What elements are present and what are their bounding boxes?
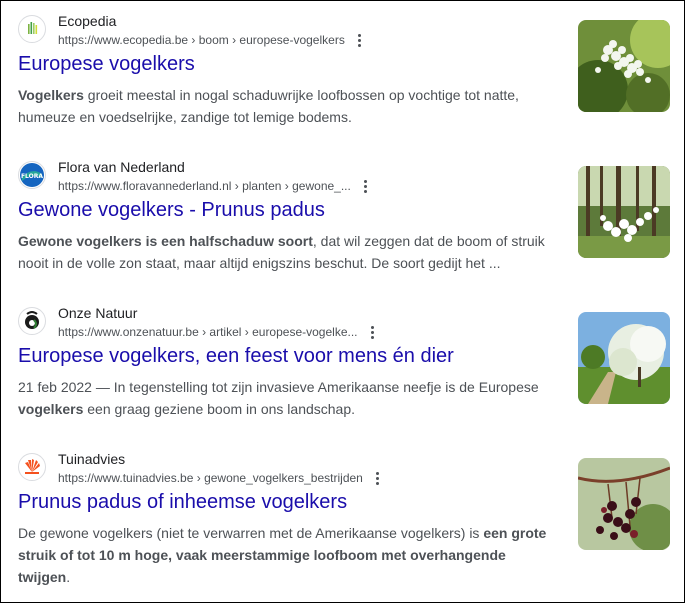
site-name: Onze Natuur — [58, 305, 138, 321]
site-name: Flora van Nederland — [58, 159, 185, 175]
more-options-icon[interactable] — [358, 178, 372, 196]
result-snippet: De gewone vogelkers (niet te verwarren m… — [18, 522, 558, 588]
site-url: https://www.ecopedia.be › boom › europes… — [58, 33, 345, 47]
onze-natuur-favicon-icon — [18, 307, 46, 335]
site-url: https://www.floravannederland.nl › plant… — [58, 179, 351, 193]
more-options-icon[interactable] — [352, 32, 366, 50]
snippet-text: 21 feb 2022 — In tegenstelling tot zijn … — [18, 379, 539, 395]
result-thumbnail-image[interactable] — [578, 458, 670, 550]
flora-favicon-icon: FLORA — [18, 161, 46, 189]
snippet-text: De gewone vogelkers (niet te verwarren m… — [18, 525, 484, 541]
result-title-link[interactable]: Europese vogelkers — [18, 53, 195, 76]
result-thumbnail-image[interactable] — [578, 20, 670, 112]
search-results-frame: Ecopedia https://www.ecopedia.be › boom … — [0, 0, 685, 603]
ecopedia-favicon-icon — [18, 15, 46, 43]
snippet-highlight: Vogelkers — [18, 87, 84, 103]
site-url: https://www.onzenatuur.be › artikel › eu… — [58, 325, 358, 339]
result-snippet: 21 feb 2022 — In tegenstelling tot zijn … — [18, 376, 558, 420]
snippet-text: een graag geziene boom in ons landschap. — [83, 401, 356, 417]
result-thumbnail-image[interactable] — [578, 312, 670, 404]
snippet-text: groeit meestal in nogal schaduwrijke loo… — [18, 87, 519, 125]
snippet-highlight: vogelkers — [18, 401, 84, 417]
more-options-icon[interactable] — [365, 324, 379, 342]
svg-text:FLORA: FLORA — [21, 173, 43, 180]
site-url: https://www.tuinadvies.be › gewone_vogel… — [58, 471, 363, 485]
site-name: Tuinadvies — [58, 451, 126, 467]
more-options-icon[interactable] — [370, 470, 384, 488]
result-thumbnail-image[interactable] — [578, 166, 670, 258]
result-snippet: Gewone vogelkers is een halfschaduw soor… — [18, 230, 558, 274]
site-name: Ecopedia — [58, 13, 117, 29]
result-title-link[interactable]: Prunus padus of inheemse vogelkers — [18, 491, 347, 514]
tuinadvies-favicon-icon — [18, 453, 46, 481]
snippet-text: . — [66, 569, 71, 585]
result-title-link[interactable]: Europese vogelkers, een feest voor mens … — [18, 345, 454, 368]
result-snippet: Vogelkers groeit meestal in nogal schadu… — [18, 84, 558, 128]
result-title-link[interactable]: Gewone vogelkers - Prunus padus — [18, 199, 325, 222]
snippet-highlight: Gewone vogelkers is een halfschaduw soor… — [18, 233, 313, 249]
